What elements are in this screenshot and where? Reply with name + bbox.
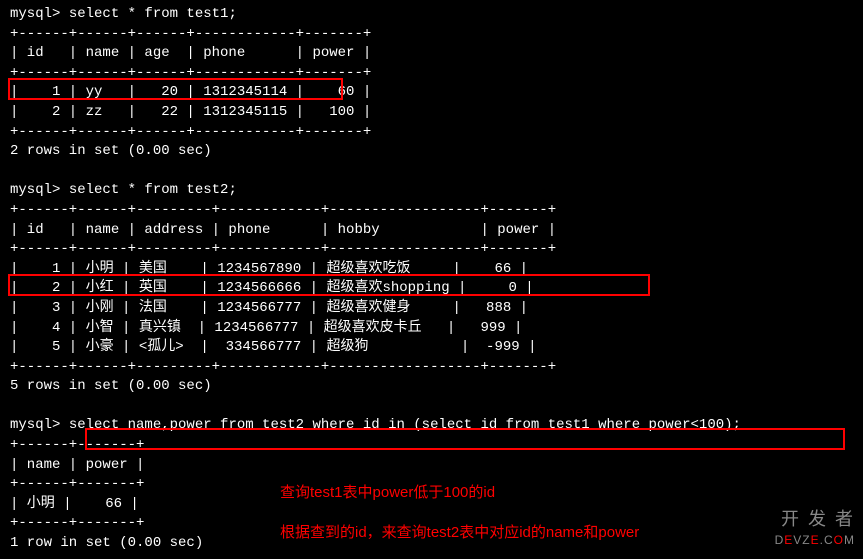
sql-statement: select name,power from test2 where id in… — [69, 417, 741, 433]
table-divider: +------+------+------+------------+-----… — [10, 25, 853, 45]
table-divider: +------+------+---------+------------+--… — [10, 240, 853, 260]
table-header: | id | name | address | phone | hobby | … — [10, 221, 853, 241]
table-divider: +------+-------+ — [10, 436, 853, 456]
sql-statement: select * from test2; — [69, 182, 237, 198]
query1-line: mysql> select * from test1; — [10, 5, 853, 25]
table-header: | name | power | — [10, 456, 853, 476]
table-row: | 2 | zz | 22 | 1312345115 | 100 | — [10, 103, 853, 123]
table-divider: +------+------+---------+------------+--… — [10, 201, 853, 221]
query2-line: mysql> select * from test2; — [10, 181, 853, 201]
terminal-output: mysql> select * from test1; +------+----… — [10, 5, 853, 554]
query3-line: mysql> select name,power from test2 wher… — [10, 416, 853, 436]
table-divider: +------+------+---------+------------+--… — [10, 358, 853, 378]
annotation-1: 查询test1表中power低于100的id — [280, 482, 495, 503]
table-header: | id | name | age | phone | power | — [10, 44, 853, 64]
watermark-cn: 开 发 者 — [775, 507, 855, 532]
table-row: | 2 | 小红 | 英国 | 1234566666 | 超级喜欢shoppin… — [10, 279, 853, 299]
blank-line — [10, 397, 853, 417]
table-row: | 4 | 小智 | 真兴镇 | 1234566777 | 超级喜欢皮卡丘 | … — [10, 319, 853, 339]
result-footer: 5 rows in set (0.00 sec) — [10, 377, 853, 397]
table-row: | 5 | 小豪 | <孤儿> | 334566777 | 超级狗 | -999… — [10, 338, 853, 358]
mysql-prompt: mysql> — [10, 417, 69, 433]
table-row: | 3 | 小刚 | 法国 | 1234566777 | 超级喜欢健身 | 88… — [10, 299, 853, 319]
watermark: 开 发 者 DEVZE.COM — [775, 507, 855, 549]
mysql-prompt: mysql> — [10, 182, 69, 198]
sql-statement: select * from test1; — [69, 6, 237, 22]
table-row: | 1 | 小明 | 美国 | 1234567890 | 超级喜欢吃饭 | 66… — [10, 260, 853, 280]
result-footer: 2 rows in set (0.00 sec) — [10, 142, 853, 162]
blank-line — [10, 162, 853, 182]
mysql-prompt: mysql> — [10, 6, 69, 22]
table-divider: +------+------+------+------------+-----… — [10, 64, 853, 84]
annotation-2: 根据查到的id，来查询test2表中对应id的name和power — [280, 522, 639, 543]
table-row: | 1 | yy | 20 | 1312345114 | 60 | — [10, 83, 853, 103]
table-divider: +------+------+------+------------+-----… — [10, 123, 853, 143]
watermark-en: DEVZE.COM — [775, 532, 855, 549]
